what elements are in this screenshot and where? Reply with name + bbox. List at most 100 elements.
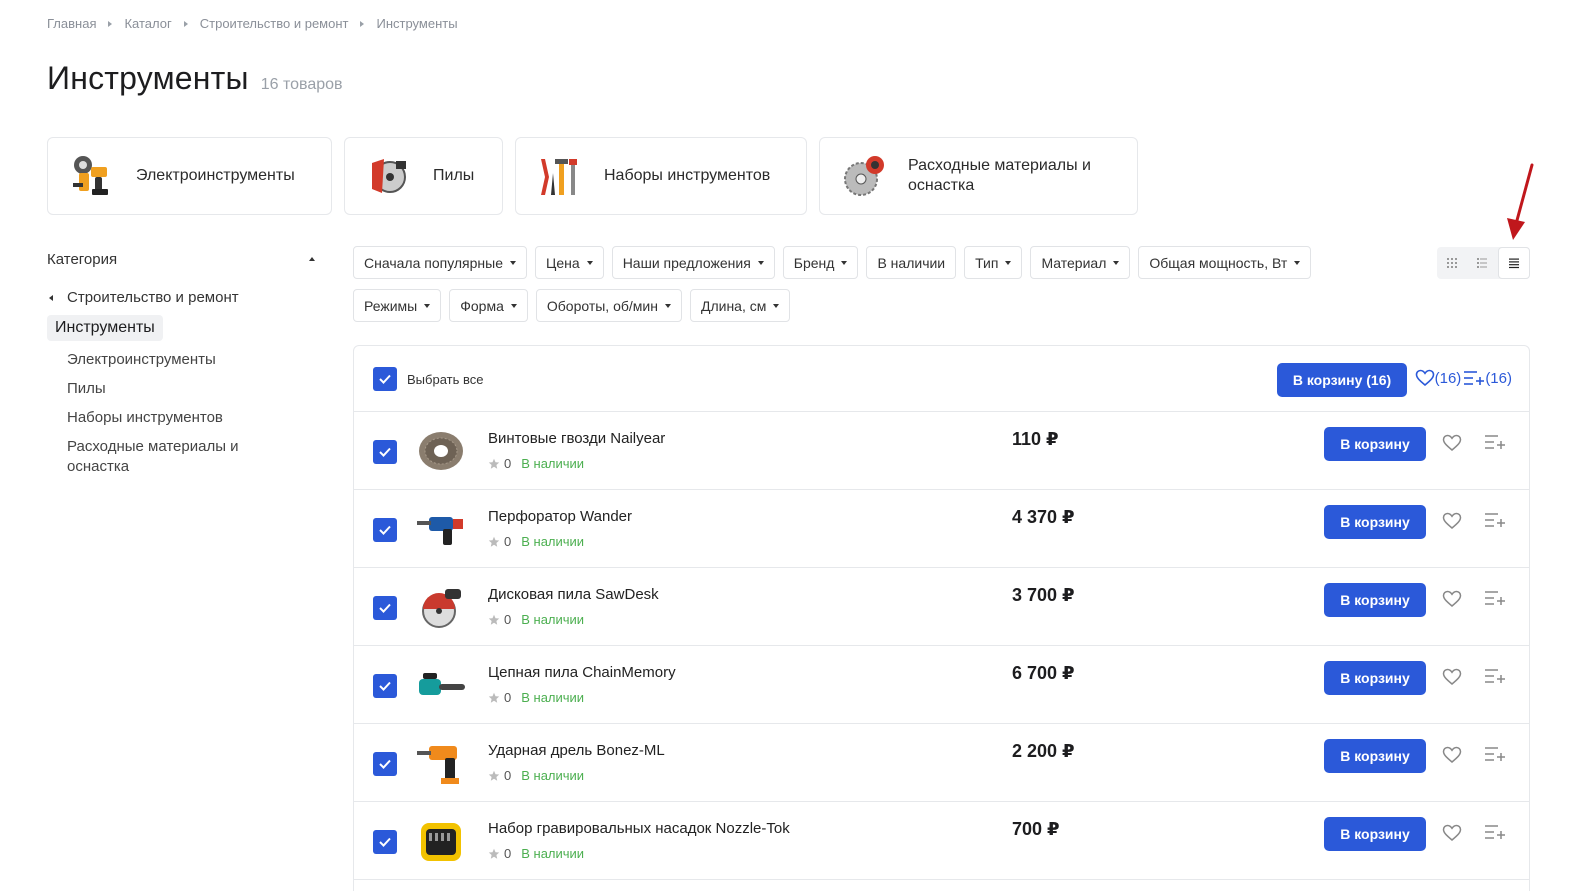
heart-icon[interactable] [1415, 369, 1435, 387]
heart-icon[interactable] [1442, 590, 1462, 608]
filter-offers[interactable]: Наши предложения [611, 246, 775, 279]
product-name[interactable]: Дисковая пила SawDesk [488, 586, 659, 603]
compact-list-view-button[interactable] [1497, 247, 1530, 279]
compare-icon[interactable] [1484, 824, 1506, 840]
product-name[interactable]: Набор гравировальных насадок Nozzle-Tok [488, 820, 790, 837]
heart-icon[interactable] [1442, 668, 1462, 686]
product-price: 2 200 ₽ [1012, 741, 1075, 761]
product-name[interactable]: Перфоратор Wander [488, 508, 632, 525]
product-checkbox[interactable] [373, 440, 397, 464]
chevron-down-icon [757, 260, 764, 265]
product-row: Ударная дрель Bonez-ML 0 В наличии 2 200… [354, 724, 1529, 802]
grid-view-button[interactable] [1437, 247, 1467, 279]
filter-modes[interactable]: Режимы [353, 289, 442, 322]
compare-count[interactable]: (16) [1485, 370, 1512, 387]
chip-label: Бренд [793, 254, 835, 271]
add-to-cart-button[interactable]: В корзину [1324, 583, 1426, 617]
product-image-impact-drill[interactable] [414, 738, 468, 788]
compare-icon[interactable] [1484, 668, 1506, 684]
heart-icon[interactable] [1442, 434, 1462, 452]
category-card-power-tools[interactable]: Электроинструменты [47, 137, 332, 215]
heart-icon[interactable] [1442, 824, 1462, 842]
check-icon [379, 837, 391, 847]
heart-icon[interactable] [1442, 746, 1462, 764]
product-name[interactable]: Ударная дрель Bonez-ML [488, 742, 665, 759]
chip-label: Материал [1041, 254, 1107, 271]
product-image-nail-coil[interactable] [414, 426, 468, 476]
filter-price[interactable]: Цена [535, 246, 604, 279]
sidebar-parent-category[interactable]: Строительство и ремонт [47, 289, 317, 306]
product-name[interactable]: Винтовые гвозди Nailyear [488, 430, 665, 447]
product-meta: 0 В наличии [488, 456, 584, 471]
breadcrumb-catalog[interactable]: Каталог [124, 16, 171, 31]
product-price: 6 700 ₽ [1012, 663, 1075, 683]
sidebar-item-tool-sets[interactable]: Наборы инструментов [67, 408, 277, 428]
chevron-down-icon [510, 303, 517, 308]
sidebar-item-saws[interactable]: Пилы [67, 379, 277, 399]
add-to-cart-button[interactable]: В корзину [1324, 505, 1426, 539]
breadcrumb-construction[interactable]: Строительство и ремонт [200, 16, 349, 31]
sidebar-heading[interactable]: Категория [47, 248, 317, 270]
product-meta: 0 В наличии [488, 690, 584, 705]
compare-icon[interactable] [1484, 746, 1506, 762]
product-image-rotary-hammer[interactable] [414, 504, 468, 554]
product-meta: 0 В наличии [488, 534, 584, 549]
filter-rpm[interactable]: Обороты, об/мин [535, 289, 682, 322]
favorites-count[interactable]: (16) [1435, 370, 1462, 387]
filter-material[interactable]: Материал [1030, 246, 1131, 279]
stock-status: В наличии [521, 846, 585, 861]
filter-in-stock[interactable]: В наличии [866, 246, 957, 279]
sidebar-item-power-tools[interactable]: Электроинструменты [67, 350, 277, 370]
add-to-cart-button[interactable]: В корзину [1324, 427, 1426, 461]
product-list-panel: Выбрать все В корзину (16) (16) (16) Вин… [353, 345, 1530, 891]
product-row: Цепная пила ChainMemory 0 В наличии 6 70… [354, 646, 1529, 724]
category-card-consumables[interactable]: Расходные материалы и оснастка [819, 137, 1138, 215]
category-card-label: Пилы [433, 167, 475, 184]
product-checkbox[interactable] [373, 752, 397, 776]
star-icon [488, 458, 500, 469]
product-checkbox[interactable] [373, 830, 397, 854]
compare-icon[interactable] [1484, 590, 1506, 606]
filter-brand[interactable]: Бренд [782, 246, 859, 279]
sidebar-parent-label: Строительство и ремонт [67, 289, 239, 306]
add-all-to-cart-button[interactable]: В корзину (16) [1277, 363, 1407, 397]
select-all-checkbox[interactable] [373, 367, 397, 391]
compare-icon[interactable] [1463, 370, 1485, 386]
product-image-chainsaw[interactable] [414, 660, 468, 710]
chevron-down-icon [586, 260, 593, 265]
heart-icon[interactable] [1442, 512, 1462, 530]
breadcrumb-home[interactable]: Главная [47, 16, 96, 31]
sidebar-item-consumables[interactable]: Расходные материалы и оснастка [67, 437, 277, 477]
filter-length[interactable]: Длина, см [689, 289, 791, 322]
add-to-cart-button[interactable]: В корзину [1324, 661, 1426, 695]
compare-icon[interactable] [1484, 434, 1506, 450]
product-price: 700 ₽ [1012, 819, 1060, 839]
chevron-down-icon [424, 303, 431, 308]
filter-power[interactable]: Общая мощность, Вт [1138, 246, 1312, 279]
product-meta: 0 В наличии [488, 768, 584, 783]
product-image-circular-saw[interactable] [414, 582, 468, 632]
category-card-saws[interactable]: Пилы [344, 137, 503, 215]
add-to-cart-button[interactable]: В корзину [1324, 817, 1426, 851]
sidebar-current-category: Инструменты [47, 315, 163, 341]
product-checkbox[interactable] [373, 674, 397, 698]
add-to-cart-button[interactable]: В корзину [1324, 739, 1426, 773]
compare-icon[interactable] [1484, 512, 1506, 528]
filter-shape[interactable]: Форма [449, 289, 528, 322]
sort-dropdown[interactable]: Сначала популярные [353, 246, 528, 279]
product-checkbox[interactable] [373, 596, 397, 620]
category-card-tool-sets[interactable]: Наборы инструментов [515, 137, 807, 215]
product-name[interactable]: Цепная пила ChainMemory [488, 664, 676, 681]
chip-label: Обороты, об/мин [546, 297, 658, 314]
chevron-down-icon [664, 303, 671, 308]
product-checkbox[interactable] [373, 518, 397, 542]
sidebar-heading-label: Категория [47, 250, 118, 268]
list-view-button[interactable] [1467, 247, 1497, 279]
filter-type[interactable]: Тип [964, 246, 1023, 279]
select-all-label[interactable]: Выбрать все [407, 372, 483, 387]
saw-icon [365, 152, 413, 200]
chevron-down-icon [1294, 260, 1301, 265]
product-image-bit-set-case[interactable] [414, 816, 468, 866]
annotation-arrow-icon [1507, 163, 1534, 240]
chevron-down-icon [510, 260, 517, 265]
